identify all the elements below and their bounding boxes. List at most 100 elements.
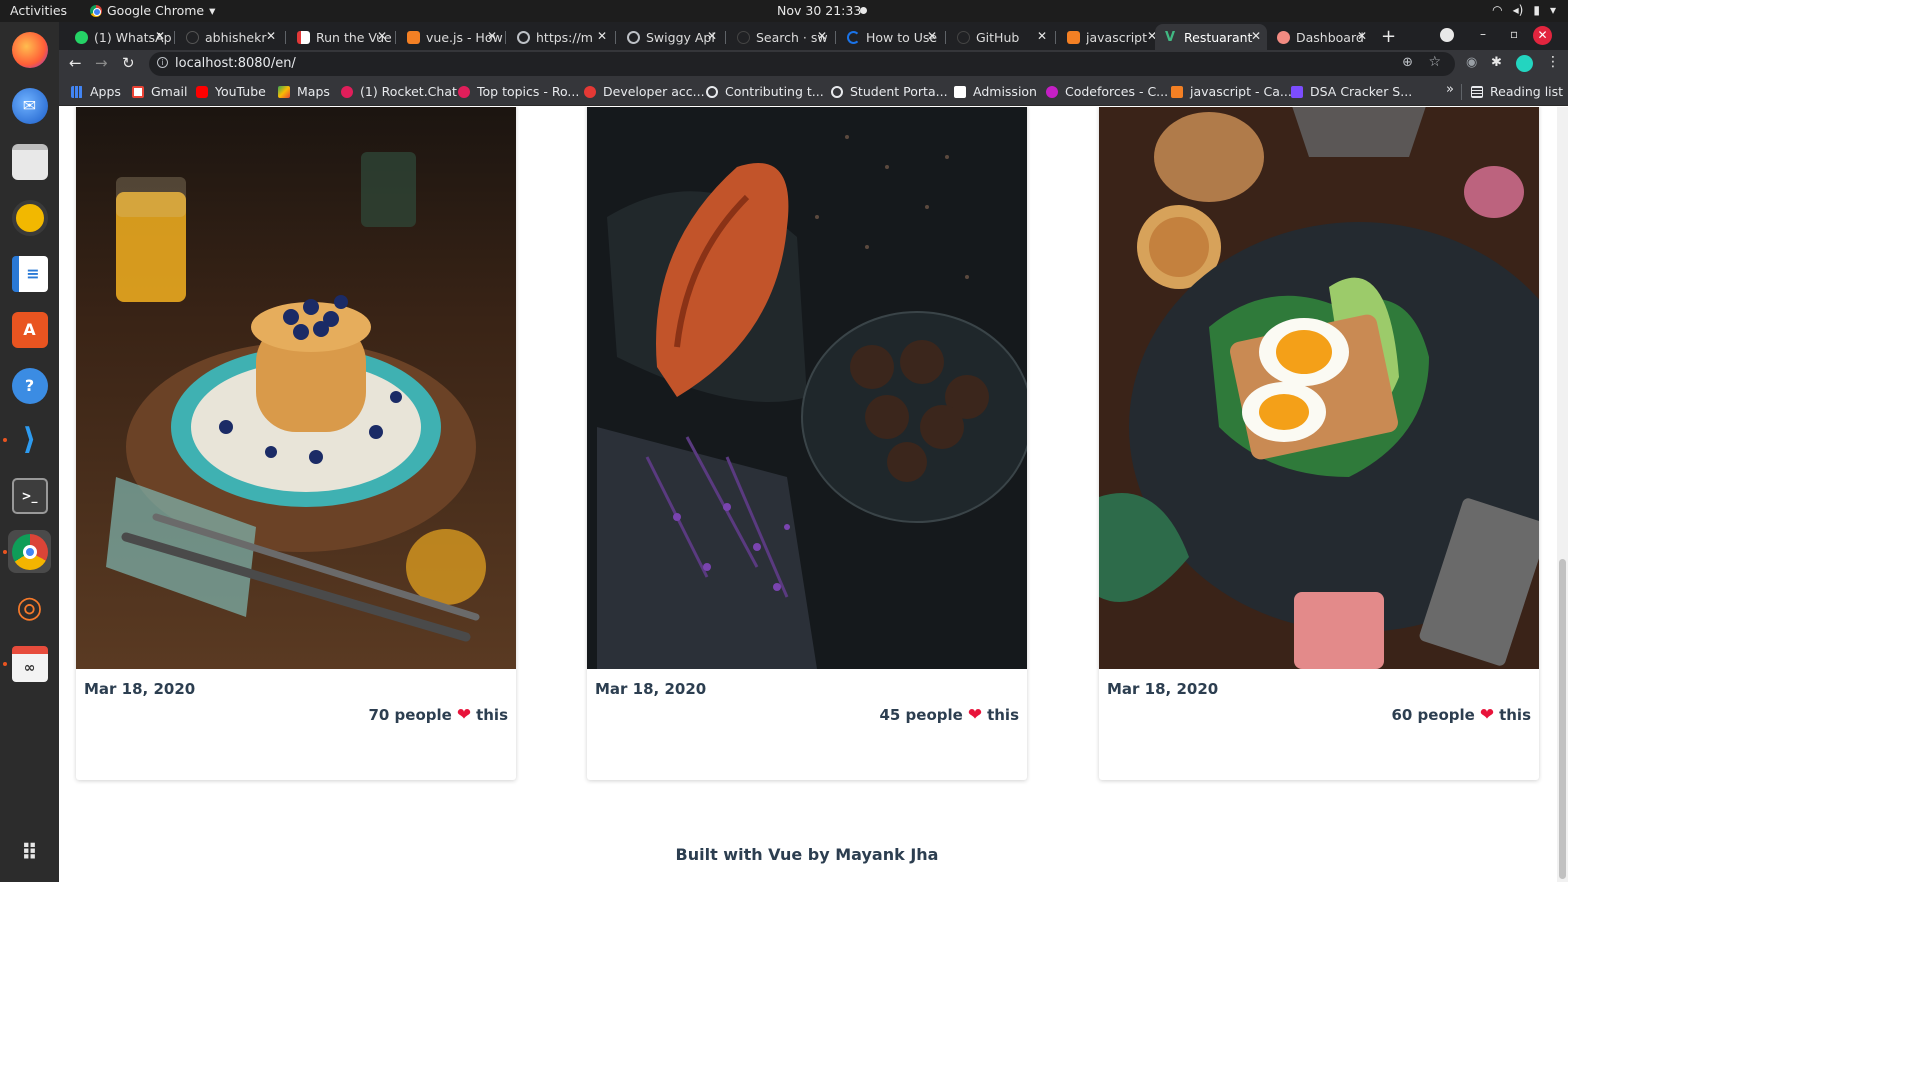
zoom-icon[interactable]: ⊕ <box>1402 55 1413 70</box>
maps-icon <box>278 85 290 98</box>
tab-search-swiggy[interactable]: Search · sw ✕ <box>727 24 833 50</box>
post-card[interactable]: Mar 18, 2020 70 people ❤ this <box>76 107 516 780</box>
dock-blender[interactable]: ◎ <box>8 586 51 629</box>
bookmark-maps[interactable]: Maps <box>278 84 330 99</box>
tab-https[interactable]: https://m ✕ <box>507 24 613 50</box>
new-tab-button[interactable]: + <box>1381 26 1396 47</box>
dock-chrome[interactable] <box>8 530 51 573</box>
profile-avatar[interactable] <box>1516 55 1533 72</box>
dock-terminal[interactable]: >_ <box>8 474 51 517</box>
restore-button[interactable]: ▫ <box>1510 27 1518 41</box>
bookmark-star-icon[interactable]: ☆ <box>1428 54 1441 70</box>
tab-how-to-use[interactable]: How to Use ✕ <box>837 24 943 50</box>
bookmark-youtube[interactable]: YouTube <box>196 84 266 99</box>
dock-vscode[interactable]: ⟩ <box>8 418 51 461</box>
bookmark-apps[interactable]: Apps <box>71 84 121 99</box>
bookmark-dsa-cracker[interactable]: DSA Cracker S... <box>1291 84 1412 99</box>
tab-github-abhishek[interactable]: abhishekr ✕ <box>176 24 282 50</box>
post-card[interactable]: Mar 18, 2020 45 people ❤ this <box>587 107 1027 780</box>
show-applications-button[interactable]: ⠿ <box>8 832 51 875</box>
clock[interactable]: Nov 30 21:33 <box>777 3 861 18</box>
github-icon <box>186 30 199 44</box>
tab-close-icon[interactable]: ✕ <box>927 29 937 43</box>
chrome-menu-icon[interactable]: ⋮ <box>1546 54 1560 70</box>
dock-software[interactable]: A <box>8 308 51 351</box>
bookmark-label: (1) Rocket.Chat <box>360 84 457 99</box>
tab-whatsapp[interactable]: (1) WhatsApp ✕ <box>65 24 171 50</box>
dock-document-viewer[interactable]: ∞ <box>8 642 51 685</box>
tab-close-icon[interactable]: ✕ <box>155 29 165 43</box>
tab-run-vue[interactable]: Run the Vue ✕ <box>287 24 393 50</box>
dashboard-icon <box>1277 30 1290 44</box>
tab-restaurant-active[interactable]: V Restuarant ✕ <box>1155 24 1267 50</box>
system-tray[interactable]: ◠ ◂) ▮ ▾ <box>1492 3 1556 17</box>
chevron-down-icon: ▾ <box>1549 3 1556 17</box>
page-scrollbar[interactable] <box>1557 107 1568 882</box>
cast-icon[interactable]: ◉ <box>1466 55 1477 70</box>
dock: ✉ ≡ A ? ⟩ >_ ◎ ∞ ⠿ <box>0 22 59 882</box>
dock-writer[interactable]: ≡ <box>8 252 51 295</box>
site-info-icon[interactable]: i <box>157 57 168 68</box>
chevron-down-icon: ▾ <box>209 3 216 18</box>
dock-files[interactable] <box>8 140 51 183</box>
tab-close-icon[interactable]: ✕ <box>1037 29 1047 43</box>
tab-dashboard[interactable]: Dashboard ✕ <box>1267 24 1373 50</box>
close-window-button[interactable]: ✕ <box>1533 26 1552 45</box>
browser-toolbar: ← → ↻ i localhost:8080/en/ ⊕ ☆ ◉ ✱ ⋮ <box>59 50 1568 78</box>
tab-close-icon[interactable]: ✕ <box>707 29 717 43</box>
tab-close-icon[interactable]: ✕ <box>487 29 497 43</box>
minimize-button[interactable]: – <box>1480 27 1486 41</box>
forward-button[interactable]: → <box>95 54 108 72</box>
heart-icon[interactable]: ❤ <box>1480 705 1494 725</box>
heart-icon[interactable]: ❤ <box>457 705 471 725</box>
tab-github[interactable]: GitHub ✕ <box>947 24 1053 50</box>
tab-close-icon[interactable]: ✕ <box>377 29 387 43</box>
heart-icon[interactable]: ❤ <box>968 705 982 725</box>
globe-icon <box>831 85 843 98</box>
bookmark-rocketchat[interactable]: (1) Rocket.Chat <box>341 84 457 99</box>
notification-dot-icon <box>860 7 867 14</box>
bookmark-javascript[interactable]: javascript - Ca... <box>1171 84 1292 99</box>
pancakes-icon <box>76 107 516 669</box>
bookmark-contributing[interactable]: Contributing t... <box>706 84 824 99</box>
bookmark-codeforces[interactable]: Codeforces - C... <box>1046 84 1168 99</box>
like-count-text: 60 people <box>1391 706 1475 724</box>
bookmark-label: Apps <box>90 84 121 99</box>
back-button[interactable]: ← <box>69 54 82 72</box>
dock-thunderbird[interactable]: ✉ <box>8 84 51 127</box>
address-bar[interactable]: i localhost:8080/en/ ⊕ ☆ <box>149 52 1455 76</box>
gmail-icon <box>132 85 144 98</box>
developer-icon <box>584 85 596 98</box>
tab-close-icon[interactable]: ✕ <box>817 29 827 43</box>
tab-close-icon[interactable]: ✕ <box>1357 29 1367 43</box>
url-text: localhost:8080/en/ <box>175 56 296 71</box>
tab-javascript[interactable]: javascript ✕ <box>1057 24 1163 50</box>
tab-close-icon[interactable]: ✕ <box>1251 29 1261 43</box>
scrollbar-thumb[interactable] <box>1559 559 1566 879</box>
extensions-icon[interactable]: ✱ <box>1491 55 1502 70</box>
bookmark-top-topics[interactable]: Top topics - Ro... <box>458 84 579 99</box>
post-card[interactable]: Mar 18, 2020 60 people ❤ this <box>1099 107 1539 780</box>
app-menu[interactable]: Google Chrome ▾ <box>90 3 215 18</box>
reading-list-button[interactable]: Reading list <box>1471 84 1563 99</box>
bookmark-admission[interactable]: Admission <box>954 84 1037 99</box>
bookmark-student-portal[interactable]: Student Porta... <box>831 84 948 99</box>
dock-rhythmbox[interactable] <box>8 196 51 239</box>
tab-vue-stackoverflow[interactable]: vue.js - How ✕ <box>397 24 503 50</box>
bookmark-developer[interactable]: Developer acc... <box>584 84 705 99</box>
reload-button[interactable]: ↻ <box>122 54 135 72</box>
writer-icon: ≡ <box>11 255 48 292</box>
bookmark-label: Contributing t... <box>725 84 824 99</box>
dock-firefox[interactable] <box>8 28 51 71</box>
tab-close-icon[interactable]: ✕ <box>597 29 607 43</box>
activities-button[interactable]: Activities <box>10 3 67 18</box>
bookmark-gmail[interactable]: Gmail <box>132 84 187 99</box>
files-icon <box>11 143 48 180</box>
more-bookmarks-icon[interactable]: » <box>1446 82 1454 97</box>
running-indicator-icon <box>3 662 7 666</box>
dock-help[interactable]: ? <box>8 364 51 407</box>
tab-swiggy-api[interactable]: Swiggy Api ✕ <box>617 24 723 50</box>
page-viewport: Mar 18, 2020 70 people ❤ this Mar 18, 20… <box>59 107 1568 882</box>
tab-search-icon[interactable] <box>1440 28 1454 42</box>
tab-close-icon[interactable]: ✕ <box>266 29 276 43</box>
